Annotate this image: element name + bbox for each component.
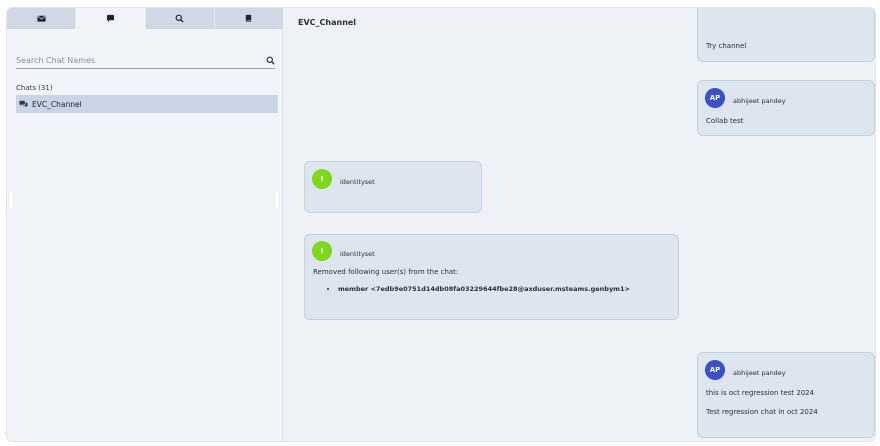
message-text: Try channel	[706, 42, 747, 50]
message-timestamp	[340, 243, 375, 249]
chats-count-header: Chats (31)	[16, 84, 53, 92]
removed-members-list: member <7edb9e0751d14db08fa03229644fbe28…	[312, 285, 671, 293]
message-timestamp	[733, 362, 786, 368]
chat-bubble-icon	[106, 14, 114, 23]
avatar: I	[312, 241, 332, 261]
message-sender: identityset	[340, 178, 375, 186]
message-bubble: AP abhijeet pandey this is oct regressio…	[697, 352, 875, 438]
tab-bar	[7, 8, 283, 29]
right-resize-handle[interactable]	[275, 192, 279, 210]
chat-list-item-evc-channel[interactable]: EVC_Channel	[16, 95, 278, 113]
message-sender: abhijeet pandey	[733, 97, 786, 105]
message-text: this is oct regression test 2024	[706, 389, 815, 397]
removed-member-item: member <7edb9e0751d14db08fa03229644fbe28…	[338, 285, 671, 293]
message-bubble: AP abhijeet pandey Collab test	[697, 80, 875, 136]
message-timestamp	[340, 171, 375, 177]
mail-icon	[37, 15, 46, 22]
app-window: Chats (31) EVC_Channel EVC_Channel Try c…	[6, 7, 876, 442]
message-text: Test regression chat in oct 2024	[706, 408, 818, 416]
left-panel: Chats (31) EVC_Channel	[7, 8, 283, 441]
tab-search[interactable]	[145, 8, 215, 29]
avatar: AP	[705, 88, 725, 108]
message-bubble: I identityset	[304, 161, 482, 213]
search-icon[interactable]	[265, 55, 275, 65]
message-bubble: Try channel	[697, 8, 875, 62]
channel-title: EVC_Channel	[298, 18, 357, 27]
book-icon	[246, 14, 252, 22]
message-sender: abhijeet pandey	[733, 369, 786, 377]
search-input[interactable]	[16, 55, 265, 65]
message-text: Collab test	[706, 117, 744, 125]
chat-pane: EVC_Channel Try channel AP abhijeet pand…	[284, 8, 875, 441]
tab-mail[interactable]	[7, 8, 77, 29]
search-icon	[175, 14, 184, 23]
message-sender: identityset	[340, 250, 375, 258]
message-bubble: I identityset Removed following user(s) …	[304, 234, 679, 320]
avatar: AP	[705, 360, 725, 380]
tab-chats[interactable]	[76, 8, 146, 29]
chat-list-item-label: EVC_Channel	[32, 99, 82, 109]
message-timestamp	[733, 90, 786, 96]
tab-notes[interactable]	[214, 8, 283, 29]
message-text: Removed following user(s) from the chat:	[313, 268, 459, 276]
left-resize-handle[interactable]	[9, 192, 13, 210]
chat-group-icon	[19, 100, 28, 108]
search-bar	[16, 52, 275, 69]
avatar: I	[312, 169, 332, 189]
